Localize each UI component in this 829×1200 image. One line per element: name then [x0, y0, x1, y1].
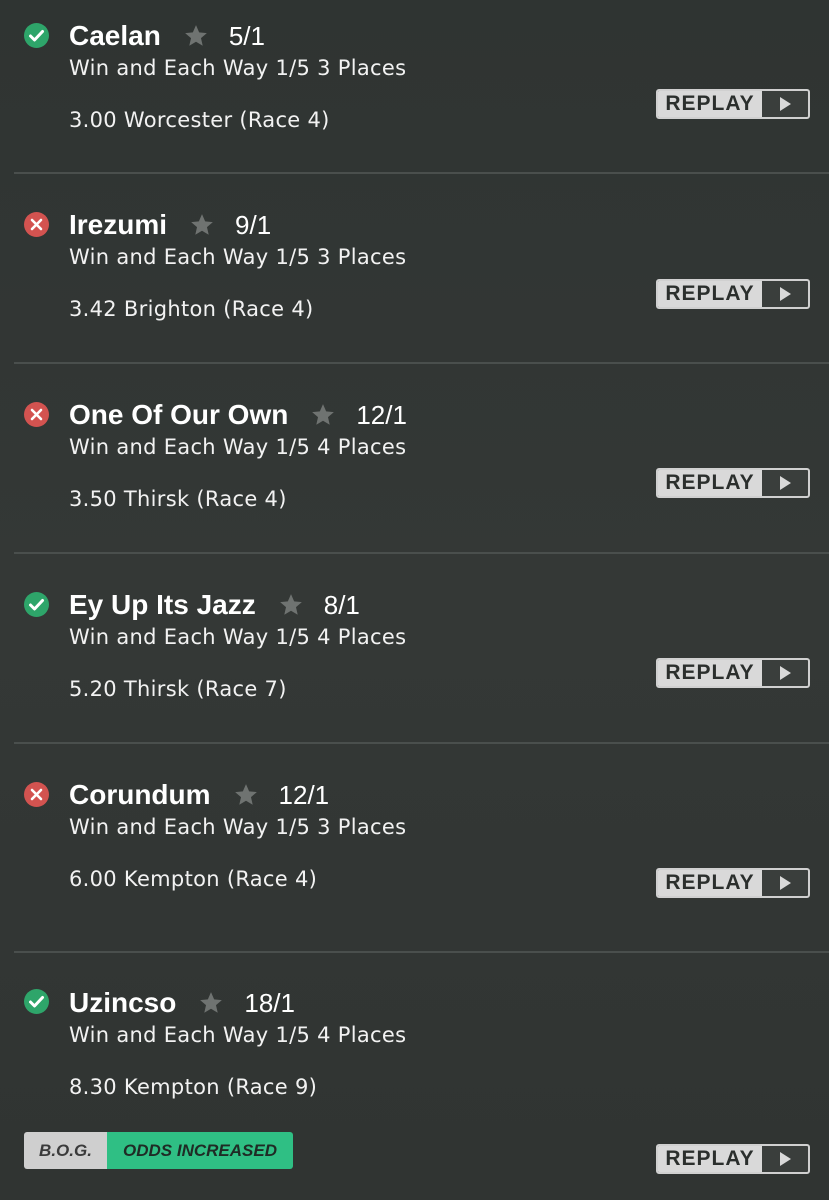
replay-button[interactable]: REPLAY	[656, 658, 810, 688]
star-icon[interactable]	[198, 990, 224, 1016]
market-description: Win and Each Way 1/5 4 Places	[69, 435, 407, 459]
replay-button[interactable]: REPLAY	[656, 89, 810, 119]
bet-item: Irezumi 9/1 Win and Each Way 1/5 3 Place…	[0, 174, 829, 364]
star-icon[interactable]	[189, 212, 215, 238]
replay-button[interactable]: REPLAY	[656, 468, 810, 498]
bet-item: One Of Our Own 12/1 Win and Each Way 1/5…	[0, 364, 829, 554]
race-info: 3.42 Brighton (Race 4)	[69, 297, 314, 321]
horse-name: Caelan	[69, 20, 161, 51]
check-circle-icon	[24, 989, 49, 1014]
replay-label: REPLAY	[658, 660, 762, 686]
market-description: Win and Each Way 1/5 4 Places	[69, 625, 407, 649]
replay-label: REPLAY	[658, 470, 762, 496]
replay-label: REPLAY	[658, 1146, 762, 1172]
bog-label: B.O.G.	[24, 1132, 107, 1169]
bog-badge: B.O.G. ODDS INCREASED	[24, 1132, 293, 1169]
replay-button[interactable]: REPLAY	[656, 279, 810, 309]
selection-line: Caelan 5/1	[69, 16, 265, 56]
replay-label: REPLAY	[658, 281, 762, 307]
check-circle-icon	[24, 23, 49, 48]
odds-increased-label: ODDS INCREASED	[107, 1132, 293, 1169]
race-info: 3.50 Thirsk (Race 4)	[69, 487, 287, 511]
odds: 8/1	[323, 589, 360, 620]
horse-name: Ey Up Its Jazz	[69, 589, 256, 620]
odds: 18/1	[244, 987, 295, 1018]
star-icon[interactable]	[183, 23, 209, 49]
x-circle-icon	[24, 402, 49, 427]
selection-line: Uzincso 18/1	[69, 983, 295, 1023]
selection-line: Irezumi 9/1	[69, 205, 271, 245]
odds: 12/1	[356, 399, 407, 430]
x-circle-icon	[24, 212, 49, 237]
star-icon[interactable]	[310, 402, 336, 428]
x-circle-icon	[24, 782, 49, 807]
play-icon	[762, 1146, 808, 1172]
play-icon	[762, 470, 808, 496]
market-description: Win and Each Way 1/5 3 Places	[69, 815, 407, 839]
odds: 12/1	[278, 779, 330, 810]
replay-label: REPLAY	[658, 870, 762, 896]
market-description: Win and Each Way 1/5 3 Places	[69, 245, 407, 269]
market-description: Win and Each Way 1/5 4 Places	[69, 1023, 407, 1047]
race-info: 3.00 Worcester (Race 4)	[69, 108, 330, 132]
play-icon	[762, 281, 808, 307]
star-icon[interactable]	[233, 782, 259, 808]
divider	[14, 951, 829, 953]
market-description: Win and Each Way 1/5 3 Places	[69, 56, 407, 80]
selection-line: One Of Our Own 12/1	[69, 395, 407, 435]
odds: 5/1	[228, 20, 265, 51]
bet-list: Caelan 5/1 Win and Each Way 1/5 3 Places…	[0, 0, 829, 1200]
replay-button[interactable]: REPLAY	[656, 1144, 810, 1174]
replay-button[interactable]: REPLAY	[656, 868, 810, 898]
play-icon	[762, 870, 808, 896]
bet-item: Ey Up Its Jazz 8/1 Win and Each Way 1/5 …	[0, 554, 829, 744]
bet-item: Caelan 5/1 Win and Each Way 1/5 3 Places…	[0, 0, 829, 174]
horse-name: Corundum	[69, 779, 211, 810]
race-info: 5.20 Thirsk (Race 7)	[69, 677, 287, 701]
bet-item: Corundum 12/1 Win and Each Way 1/5 3 Pla…	[0, 744, 829, 954]
replay-label: REPLAY	[658, 91, 762, 117]
race-info: 6.00 Kempton (Race 4)	[69, 867, 318, 891]
play-icon	[762, 91, 808, 117]
horse-name: Irezumi	[69, 209, 168, 240]
horse-name: One Of Our Own	[69, 399, 289, 430]
odds: 9/1	[235, 209, 272, 240]
horse-name: Uzincso	[69, 987, 177, 1018]
star-icon[interactable]	[278, 592, 304, 618]
play-icon	[762, 660, 808, 686]
race-info: 8.30 Kempton (Race 9)	[69, 1075, 318, 1099]
selection-line: Corundum 12/1	[69, 775, 329, 815]
check-circle-icon	[24, 592, 49, 617]
selection-line: Ey Up Its Jazz 8/1	[69, 585, 360, 625]
